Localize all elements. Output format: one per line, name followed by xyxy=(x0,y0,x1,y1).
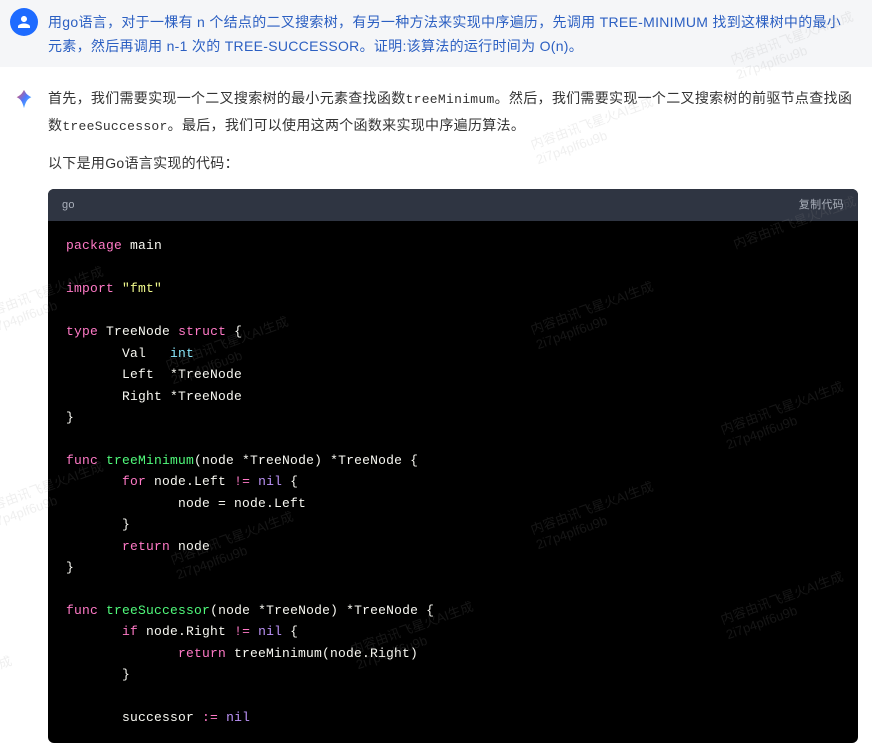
code-token: if xyxy=(122,624,138,639)
code-token: (node *TreeNode) xyxy=(210,603,338,618)
answer-text: 。最后，我们可以使用这两个函数来实现中序遍历算法。 xyxy=(168,117,526,133)
answer-paragraph-2: 以下是用Go语言实现的代码： xyxy=(48,150,862,177)
code-token: return xyxy=(178,646,226,661)
code-token: package xyxy=(66,238,122,253)
code-token: import xyxy=(66,281,114,296)
code-token: Right xyxy=(122,389,162,404)
code-token: *TreeNode xyxy=(346,603,418,618)
code-token: return xyxy=(122,539,170,554)
ai-avatar xyxy=(10,85,38,113)
code-token: node xyxy=(178,539,210,554)
code-token: *TreeNode xyxy=(170,389,242,404)
copy-code-button[interactable]: 复制代码 xyxy=(799,195,844,216)
code-token: *TreeNode xyxy=(170,367,242,382)
code-token: treeSuccessor xyxy=(106,603,210,618)
code-token: treeMinimum xyxy=(106,453,194,468)
code-token: := xyxy=(202,710,218,725)
code-token: struct xyxy=(178,324,226,339)
code-token: *TreeNode xyxy=(330,453,402,468)
code-token: node.Left xyxy=(154,474,226,489)
code-header: go 复制代码 xyxy=(48,189,858,222)
code-token: treeMinimum(node.Right) xyxy=(234,646,418,661)
code-lang-label: go xyxy=(62,195,75,216)
code-block: go 复制代码 package main import "fmt" type T… xyxy=(48,189,858,743)
question-text: 用go语言，对于一棵有 n 个结点的二叉搜索树，有另一种方法来实现中序遍历，先调… xyxy=(48,8,862,59)
code-token: successor xyxy=(122,710,194,725)
code-token: nil xyxy=(258,624,282,639)
user-avatar xyxy=(10,8,38,36)
code-token: "fmt" xyxy=(122,281,162,296)
answer-content: 首先，我们需要实现一个二叉搜索树的最小元素查找函数treeMinimum。然后，… xyxy=(48,85,862,743)
code-token: node.Right xyxy=(146,624,226,639)
answer-paragraph-1: 首先，我们需要实现一个二叉搜索树的最小元素查找函数treeMinimum。然后，… xyxy=(48,85,862,140)
code-token: node = node.Left xyxy=(178,496,306,511)
code-token: int xyxy=(170,346,194,361)
code-token: type xyxy=(66,324,98,339)
code-token: != xyxy=(234,474,250,489)
code-token: (node *TreeNode) xyxy=(194,453,322,468)
spark-icon xyxy=(13,88,35,110)
answer-text: 首先，我们需要实现一个二叉搜索树的最小元素查找函数 xyxy=(48,90,406,106)
inline-code: treeMinimum xyxy=(406,92,495,107)
answer-container: 首先，我们需要实现一个二叉搜索树的最小元素查找函数treeMinimum。然后，… xyxy=(0,67,872,743)
code-token: main xyxy=(130,238,162,253)
code-token: nil xyxy=(226,710,250,725)
code-token: != xyxy=(234,624,250,639)
code-token: Left xyxy=(122,367,154,382)
user-icon xyxy=(15,13,33,31)
question-row: 用go语言，对于一棵有 n 个结点的二叉搜索树，有另一种方法来实现中序遍历，先调… xyxy=(0,0,872,59)
code-token: TreeNode xyxy=(106,324,170,339)
code-token: nil xyxy=(258,474,282,489)
code-token: func xyxy=(66,453,98,468)
code-token: Val xyxy=(122,346,146,361)
code-token: func xyxy=(66,603,98,618)
inline-code: treeSuccessor xyxy=(62,119,167,134)
code-body: package main import "fmt" type TreeNode … xyxy=(48,221,858,742)
code-token: for xyxy=(122,474,146,489)
